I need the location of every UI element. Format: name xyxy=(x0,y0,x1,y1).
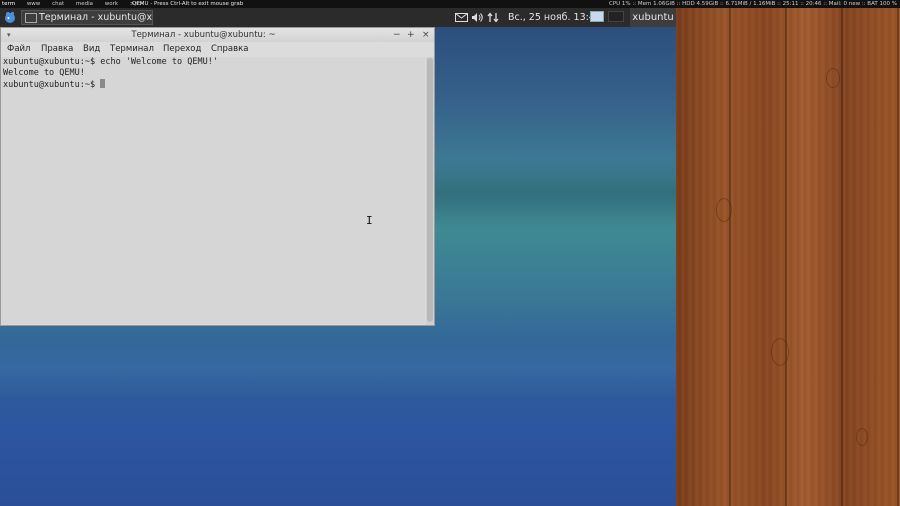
workspace-2[interactable] xyxy=(608,11,624,22)
wood-knot xyxy=(771,338,789,366)
terminal-title: Терминал - xubuntu@xubuntu: ~ xyxy=(131,30,276,40)
text-cursor xyxy=(100,79,106,88)
menu-file[interactable]: Файл xyxy=(7,42,30,57)
maximize-button[interactable]: + xyxy=(407,28,415,42)
menu-view[interactable]: Вид xyxy=(83,42,100,57)
menu-edit[interactable]: Правка xyxy=(41,42,73,57)
system-stats: CPU 1% :: Mem 1.06GiB :: HDD 4.59GiB :: … xyxy=(609,1,897,7)
wallpaper-water xyxy=(0,338,676,398)
host-window-title: QEMU - Press Ctrl-Alt to exit mouse grab xyxy=(132,1,244,7)
terminal-prompt: xubuntu@xubuntu:~$ xyxy=(3,80,101,90)
wallpaper-forest-haze xyxy=(430,158,676,228)
menu-go[interactable]: Переход xyxy=(163,42,201,57)
tag-list: term www chat media work >>> xyxy=(2,0,154,8)
host-wallpaper xyxy=(676,8,900,506)
xfce-menu-icon[interactable] xyxy=(3,10,17,24)
tag-media[interactable]: media xyxy=(76,1,93,7)
tag-work[interactable]: work xyxy=(105,1,118,7)
terminal-titlebar[interactable]: ▾ Терминал - xubuntu@xubuntu: ~ − + × xyxy=(1,28,434,42)
terminal-window: ▾ Терминал - xubuntu@xubuntu: ~ − + × Фа… xyxy=(0,27,435,326)
tag-chat[interactable]: chat xyxy=(52,1,64,7)
tag-term[interactable]: term xyxy=(2,1,15,7)
panel-user[interactable]: xubuntu xyxy=(630,8,676,27)
workspace-1[interactable] xyxy=(590,11,604,22)
taskbar-item-terminal[interactable]: Терминал - xubuntu@xub... xyxy=(21,10,153,25)
terminal-line: xubuntu@xubuntu:~$ echo 'Welcome to QEMU… xyxy=(3,57,218,67)
volume-icon[interactable] xyxy=(471,12,484,23)
terminal-output[interactable]: xubuntu@xubuntu:~$ echo 'Welcome to QEMU… xyxy=(1,57,425,324)
terminal-scrollbar[interactable] xyxy=(426,57,434,325)
wood-knot xyxy=(856,428,868,446)
menu-terminal[interactable]: Терминал xyxy=(110,42,154,57)
mail-icon[interactable] xyxy=(455,12,468,23)
terminal-menubar: Файл Правка Вид Терминал Переход Справка xyxy=(1,42,434,57)
taskbar-item-label: Терминал - xubuntu@xub... xyxy=(39,12,153,23)
host-status-bar: term www chat media work >>> QEMU - Pres… xyxy=(0,0,900,8)
menu-help[interactable]: Справка xyxy=(211,42,248,57)
panel-clock[interactable]: Вс., 25 нояб. 13:48 xyxy=(508,11,601,24)
close-button[interactable]: × xyxy=(422,28,430,42)
ibeam-pointer-icon: I xyxy=(366,214,373,227)
wood-knot xyxy=(826,68,840,88)
terminal-line: Welcome to QEMU! xyxy=(3,68,85,78)
minimize-button[interactable]: − xyxy=(393,28,401,42)
tag-www[interactable]: www xyxy=(27,1,41,7)
wood-knot xyxy=(716,198,732,222)
xfce-panel: Терминал - xubuntu@xub... Вс., 25 нояб. … xyxy=(0,8,676,27)
network-icon[interactable] xyxy=(487,12,499,23)
scrollbar-thumb[interactable] xyxy=(427,58,433,322)
terminal-prompt-line: xubuntu@xubuntu:~$ xyxy=(3,79,425,90)
guest-desktop: Терминал - xubuntu@xub... Вс., 25 нояб. … xyxy=(0,8,676,506)
terminal-icon xyxy=(25,13,37,23)
